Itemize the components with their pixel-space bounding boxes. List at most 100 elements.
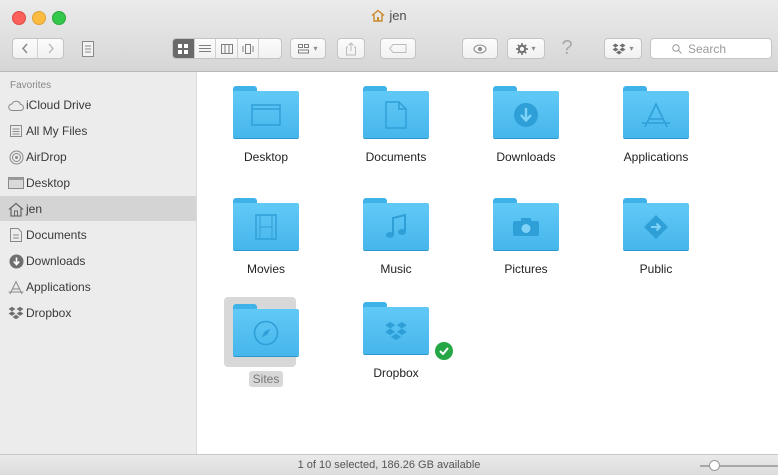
list-view-button[interactable] xyxy=(195,39,217,58)
cover-flow-icon xyxy=(242,43,254,54)
status-text: 1 of 10 selected, 186.26 GB available xyxy=(297,459,481,471)
gear-icon xyxy=(516,42,529,55)
file-grid: Desktop Documents Downloads Applications xyxy=(197,72,778,454)
synced-check-icon xyxy=(433,340,455,362)
search-icon xyxy=(672,43,682,54)
item-label: Downloads xyxy=(496,150,556,164)
search-field[interactable] xyxy=(650,38,772,59)
desktop-icon xyxy=(8,175,24,191)
sidebar-item-downloads[interactable]: Downloads xyxy=(0,248,196,273)
sidebar-item-applications[interactable]: Applications xyxy=(0,274,196,299)
pictures-folder-icon xyxy=(493,198,559,250)
document-path-icon xyxy=(82,40,94,57)
item-label-text: Sites xyxy=(248,371,284,387)
tags-button[interactable] xyxy=(380,38,416,59)
eye-icon xyxy=(473,44,487,53)
all-files-icon xyxy=(8,123,24,139)
folder-music[interactable]: Music xyxy=(341,198,451,282)
applications-folder-icon xyxy=(623,86,689,138)
column-view-button[interactable] xyxy=(216,39,238,58)
applications-icon xyxy=(8,279,24,295)
item-label: Music xyxy=(380,262,412,276)
downloads-icon xyxy=(8,253,24,269)
folder-desktop[interactable]: Desktop xyxy=(211,86,321,170)
sidebar-item-documents[interactable]: Documents xyxy=(0,222,196,247)
movies-folder-icon xyxy=(233,198,299,250)
status-bar: 1 of 10 selected, 186.26 GB available xyxy=(0,454,778,475)
icon-view-button[interactable] xyxy=(173,39,195,58)
forward-button[interactable] xyxy=(38,39,63,58)
tag-icon xyxy=(389,44,407,53)
folder-dropbox[interactable]: Dropbox xyxy=(341,302,455,386)
folder-documents[interactable]: Documents xyxy=(341,86,451,170)
documents-folder-icon xyxy=(363,86,429,138)
sidebar-item-label: Applications xyxy=(26,279,91,294)
dropbox-icon xyxy=(612,43,626,54)
cover-flow-button[interactable] xyxy=(238,39,260,58)
dropbox-toolbar-button[interactable]: ▾ xyxy=(604,38,642,59)
item-label: Applications xyxy=(623,150,689,164)
item-label: Pictures xyxy=(504,262,548,276)
dropbox-folder-icon xyxy=(363,302,455,362)
path-button[interactable] xyxy=(76,38,100,59)
chevron-right-icon xyxy=(47,43,54,54)
sidebar-item-label: iCloud Drive xyxy=(26,97,92,112)
icon-size-slider-knob[interactable] xyxy=(709,460,720,471)
action-button[interactable]: ▾ xyxy=(507,38,545,59)
sidebar-item-airdrop[interactable]: AirDrop xyxy=(0,144,196,169)
back-button[interactable] xyxy=(13,39,39,58)
window-title: jen xyxy=(0,8,778,23)
sidebar-item-label: Dropbox xyxy=(26,305,72,320)
music-folder-icon xyxy=(363,198,429,250)
folder-movies[interactable]: Movies xyxy=(211,198,321,282)
nav-buttons xyxy=(12,38,64,59)
help-button[interactable]: ? xyxy=(557,37,577,59)
sidebar-item-label: Desktop xyxy=(26,175,71,190)
item-label: Documents xyxy=(365,150,427,164)
sidebar-item-label: Downloads xyxy=(26,253,86,268)
downloads-folder-icon xyxy=(493,86,559,138)
arrange-grid-icon xyxy=(298,43,310,53)
chevron-down-icon: ▾ xyxy=(313,44,318,53)
home-icon xyxy=(371,9,385,22)
sidebar-section-title: Favorites xyxy=(10,80,52,91)
search-input[interactable] xyxy=(686,40,750,57)
arrange-button[interactable]: ▾ xyxy=(290,38,326,59)
public-folder-icon xyxy=(623,198,689,250)
view-mode-buttons xyxy=(172,38,282,59)
sidebar-item-label: All My Files xyxy=(26,123,88,138)
sidebar-item-icloud-drive[interactable]: iCloud Drive xyxy=(0,92,196,117)
home-icon xyxy=(8,201,24,217)
window-title-text: jen xyxy=(389,8,407,23)
share-button[interactable] xyxy=(337,38,365,59)
quick-look-button[interactable] xyxy=(462,38,498,59)
documents-icon xyxy=(8,227,24,243)
sidebar-item-label: jen xyxy=(26,201,43,216)
item-label: Desktop xyxy=(243,150,289,164)
sites-folder-icon xyxy=(233,304,299,356)
sidebar-item-all-my-files[interactable]: All My Files xyxy=(0,118,196,143)
folder-downloads[interactable]: Downloads xyxy=(471,86,581,170)
finder-window: jen ▾ ▾ ? ▾ Search Favorites iCloud Driv… xyxy=(0,0,778,475)
folder-sites[interactable]: Sites xyxy=(211,297,321,388)
item-label: Movies xyxy=(246,262,285,276)
sidebar: Favorites iCloud Drive All My Files AirD… xyxy=(0,72,197,454)
folder-applications[interactable]: Applications xyxy=(601,86,711,170)
sidebar-item-jen[interactable]: jen xyxy=(0,196,196,221)
desktop-folder-icon xyxy=(233,86,299,138)
list-icon xyxy=(198,44,211,52)
item-label: Sites xyxy=(211,371,321,387)
share-icon xyxy=(346,41,356,55)
sidebar-item-label: AirDrop xyxy=(26,149,67,164)
item-label: Dropbox xyxy=(373,366,419,380)
sidebar-item-label: Documents xyxy=(26,227,87,242)
sidebar-item-desktop[interactable]: Desktop xyxy=(0,170,196,195)
sidebar-item-dropbox[interactable]: Dropbox xyxy=(0,300,196,325)
folder-pictures[interactable]: Pictures xyxy=(471,198,581,282)
cloud-icon xyxy=(8,97,24,113)
grid-icon xyxy=(178,43,189,54)
toolbar: jen ▾ ▾ ? ▾ Search xyxy=(0,0,778,72)
chevron-down-icon: ▾ xyxy=(629,44,634,53)
folder-public[interactable]: Public xyxy=(601,198,711,282)
